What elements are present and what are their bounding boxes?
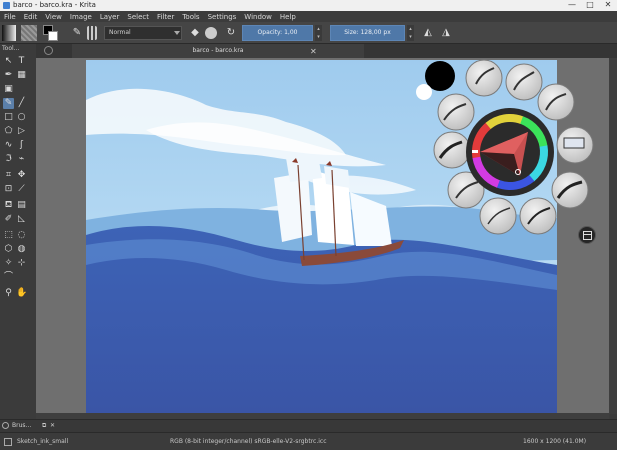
line-tool-icon[interactable]: ╱ (16, 98, 27, 109)
menu-select[interactable]: Select (127, 13, 149, 21)
rect-select-icon[interactable]: ⬚ (3, 230, 14, 241)
brush-editor-icon[interactable] (87, 26, 97, 40)
status-color-space[interactable]: RGB (8-bit integer/channel) sRGB-elle-V2… (170, 438, 327, 445)
brush-preset-status-icon (4, 438, 12, 446)
gradient-icon[interactable]: ▤ (16, 200, 27, 211)
bottom-docker-bar: Brus... ⧉ ✕ (0, 419, 617, 432)
status-bar: Sketch_ink_small RGB (8-bit integer/chan… (0, 432, 617, 450)
chevron-down-icon (174, 31, 180, 35)
magic-wand-icon[interactable]: ✧ (3, 258, 14, 269)
palette-docker-icon[interactable] (578, 226, 596, 244)
menu-settings[interactable]: Settings (208, 13, 237, 21)
window-title: barco - barco.kra - Krita (13, 1, 96, 9)
ellipse-select-icon[interactable]: ◌ (16, 230, 27, 241)
brush-docker-tab[interactable]: Brus... (12, 422, 31, 429)
document-tab-bar: barco - barco.kra ✕ (36, 44, 617, 58)
bezier-select-icon[interactable]: ⌒ (3, 272, 14, 283)
maximize-button[interactable]: □ (581, 0, 599, 11)
eraser-icon[interactable]: ◆ (188, 26, 202, 40)
mirror-horizontal-icon[interactable]: ◭ (421, 26, 435, 40)
polyline-tool-icon[interactable]: ▷ (16, 126, 27, 137)
close-docker-icon[interactable]: ✕ (50, 422, 55, 429)
reload-preset-icon[interactable]: ↻ (224, 26, 238, 40)
bezier-tool-icon[interactable]: ∿ (3, 140, 14, 151)
similar-select-icon[interactable]: ⊹ (16, 258, 27, 269)
multibrush-icon[interactable]: ▦ (16, 70, 27, 81)
pattern-swatch-icon[interactable] (21, 25, 37, 41)
vertical-scrollbar[interactable] (609, 58, 617, 414)
tool-options-bar: ✎ Normal ◆ ↻ Opacity: 1,00 ▴ ▾ Size: 128,… (0, 22, 617, 44)
menu-image[interactable]: Image (70, 13, 92, 21)
assistant-tool-icon[interactable]: ⌁ (16, 154, 27, 165)
dynamic-brush-icon[interactable]: ℑ (3, 154, 14, 165)
move-icon[interactable]: ✥ (16, 170, 27, 181)
blend-mode-select[interactable]: Normal (104, 26, 182, 40)
opacity-slider[interactable]: Opacity: 1,00 (242, 25, 313, 41)
fill-icon[interactable]: ⛾ (3, 200, 14, 211)
zoom-icon[interactable]: ⚲ (3, 288, 14, 299)
color-picker-icon[interactable]: ✐ (3, 214, 14, 225)
text-tool-icon[interactable]: T (16, 56, 27, 67)
size-slider[interactable]: Size: 128,00 px (330, 25, 405, 41)
popup-palette[interactable] (410, 58, 600, 248)
brush-preset-icon[interactable]: ✎ (70, 26, 84, 40)
pan-icon[interactable]: ✋ (16, 288, 27, 299)
document-tab[interactable]: barco - barco.kra (72, 44, 364, 58)
polygon-select-icon[interactable]: ⬡ (3, 244, 14, 255)
hue-marker-icon (472, 150, 478, 153)
krita-app-icon (3, 2, 10, 9)
calligraphy-icon[interactable]: ✒ (3, 70, 14, 81)
close-tab-icon[interactable]: ✕ (310, 47, 317, 56)
close-button[interactable]: ✕ (599, 0, 617, 11)
menu-help[interactable]: Help (280, 13, 296, 21)
status-image-size: 1600 x 1200 (41.0M) (523, 438, 587, 445)
tab-menu-icon[interactable] (44, 46, 53, 55)
measure-icon[interactable]: ◺ (16, 214, 27, 225)
size-spin-icon[interactable]: ▴ ▾ (407, 25, 414, 41)
transform-icon[interactable]: ▣ (3, 84, 14, 95)
title-bar: barco - barco.kra - Krita — □ ✕ (0, 0, 617, 11)
toolbox-title: Tool... (2, 45, 20, 52)
rectangle-tool-icon[interactable]: □ (3, 112, 14, 123)
freehand-path-icon[interactable]: ʃ (16, 140, 27, 151)
brush-tool-icon[interactable]: ✎ (3, 98, 14, 109)
menu-bar: File Edit View Image Layer Select Filter… (0, 11, 617, 22)
minimize-button[interactable]: — (563, 0, 581, 11)
polygon-tool-icon[interactable]: ⬠ (3, 126, 14, 137)
docker-icon (2, 422, 9, 429)
menu-view[interactable]: View (45, 13, 62, 21)
toolbox-docker: Tool... ↖ T ✒ ▦ ▣ ✎ ╱ □ ○ ⬠ ▷ ∿ ʃ ℑ ⌁ ⌗ … (0, 44, 30, 418)
reference-tool-icon[interactable]: ⊡ (3, 184, 14, 195)
freehand-select-icon[interactable]: ◍ (16, 244, 27, 255)
menu-tools[interactable]: Tools (182, 13, 199, 21)
crop-icon[interactable]: ⌗ (3, 170, 14, 181)
menu-filter[interactable]: Filter (157, 13, 174, 21)
preserve-alpha-icon[interactable] (205, 27, 217, 39)
float-docker-icon[interactable]: ⧉ (42, 422, 46, 430)
menu-window[interactable]: Window (244, 13, 272, 21)
perspective-tool-icon[interactable]: ⟋ (16, 184, 27, 195)
fg-bg-color-icon[interactable] (43, 25, 59, 41)
opacity-spin-icon[interactable]: ▴ ▾ (315, 25, 322, 41)
menu-edit[interactable]: Edit (24, 13, 38, 21)
ellipse-tool-icon[interactable]: ○ (16, 112, 27, 123)
background-color-icon[interactable] (416, 84, 432, 100)
arrow-select-icon[interactable]: ↖ (3, 56, 14, 67)
mirror-vertical-icon[interactable]: ◮ (439, 26, 453, 40)
status-brush-preset: Sketch_ink_small (17, 438, 69, 445)
gradient-swatch-icon[interactable] (2, 25, 16, 41)
menu-file[interactable]: File (4, 13, 16, 21)
menu-layer[interactable]: Layer (100, 13, 120, 21)
